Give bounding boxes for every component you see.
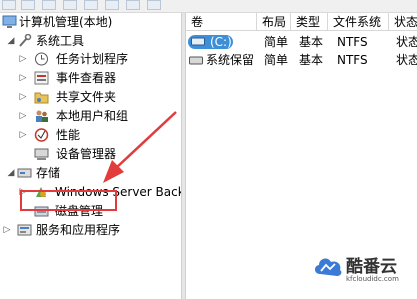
tree-item-storage[interactable]: ◢ 存储 [0,164,181,182]
properties-button[interactable] [84,0,98,10]
filesystem-cell: NTFS [337,35,368,49]
collapsed-arrow-icon[interactable]: ▷ [18,69,28,87]
expanded-arrow-icon[interactable]: ◢ [6,32,16,50]
expanded-arrow-icon[interactable]: ◢ [6,164,16,182]
device-manager-icon [34,148,49,160]
clock-icon [35,52,48,66]
column-header-type[interactable]: 类型 [291,13,328,31]
export-button[interactable] [126,0,140,10]
users-icon [36,110,48,122]
tree-item-shared-folders[interactable]: ▷ 共享文件夹 [0,88,181,106]
tree-item-services-apps[interactable]: ▷ 服务和应用程序 [0,221,181,239]
volume-name: 系统保留 [206,53,255,67]
storage-icon [17,168,32,178]
tree-label: 设备管理器 [56,147,117,161]
status-cell: 状态 [396,35,417,49]
tree-label: 系统工具 [36,34,85,48]
filesystem-cell: NTFS [337,53,368,67]
back-button[interactable] [2,0,16,10]
up-button[interactable] [42,0,56,10]
column-header-volume[interactable]: 卷 [186,13,257,31]
column-header-status[interactable]: 状态 [389,13,417,31]
tree-label: 服务和应用程序 [36,223,121,237]
collapsed-arrow-icon[interactable]: ▷ [18,88,28,106]
brand-name: 酷番云 [346,257,397,277]
brand-domain: kfcloudidc.com [346,275,399,283]
column-header-filesystem[interactable]: 文件系统 [328,13,389,31]
disk-icon [189,56,203,65]
toolbar [0,0,417,13]
tree-item-performance[interactable]: ▷ 性能 [0,126,181,144]
show-hide-tree-button[interactable] [63,0,77,10]
shared-folder-icon [34,92,49,104]
tree-item-local-users[interactable]: ▷ 本地用户和组 [0,107,181,125]
column-header-layout[interactable]: 布局 [257,13,291,31]
collapsed-arrow-icon[interactable]: ▷ [2,221,12,239]
volume-name: (C:) [210,35,232,49]
refresh-button[interactable] [147,0,161,10]
layout-cell: 简单 [264,53,289,67]
annotation-highlight-box [20,190,117,211]
navigation-tree: 计算机管理(本地) ◢ 系统工具 ▷ 任务计划程序 ▷ 事件查看器 ▷ 共享文件… [0,13,185,299]
tree-label: 本地用户和组 [56,109,129,123]
tree-label: 性能 [56,128,81,142]
cloud-logo-icon [314,258,342,276]
table-row[interactable]: (C:) 简单 基本 NTFS 状态 [186,33,417,51]
services-icon [17,224,32,236]
table-row[interactable]: 系统保留 简单 基本 NTFS 状态 [186,51,417,69]
collapsed-arrow-icon[interactable]: ▷ [18,50,28,68]
type-cell: 基本 [299,53,324,67]
tree-label: 存储 [36,166,61,180]
help-button[interactable] [105,0,119,10]
collapsed-arrow-icon[interactable]: ▷ [18,107,28,125]
tools-icon [19,34,32,47]
status-cell: 状态 [396,53,417,67]
forward-button[interactable] [21,0,35,10]
collapsed-arrow-icon[interactable]: ▷ [18,126,28,144]
tree-item-root[interactable]: 计算机管理(本地) [0,13,181,31]
performance-icon [34,128,49,142]
disk-icon [191,37,205,46]
tree-item-device-manager[interactable]: 设备管理器 [0,145,181,163]
tree-label: 共享文件夹 [56,90,117,104]
tree-label: 事件查看器 [56,71,117,85]
tree-label: 任务计划程序 [56,52,129,66]
computer-icon [2,15,17,28]
layout-cell: 简单 [264,35,289,49]
tree-item-system-tools[interactable]: ◢ 系统工具 [0,32,181,50]
watermark: 酷番云 kfcloudidc.com [312,250,417,295]
tree-item-task-scheduler[interactable]: ▷ 任务计划程序 [0,50,181,68]
tree-item-event-viewer[interactable]: ▷ 事件查看器 [0,69,181,87]
type-cell: 基本 [299,35,324,49]
event-viewer-icon [34,71,49,85]
tree-label: 计算机管理(本地) [19,15,113,29]
